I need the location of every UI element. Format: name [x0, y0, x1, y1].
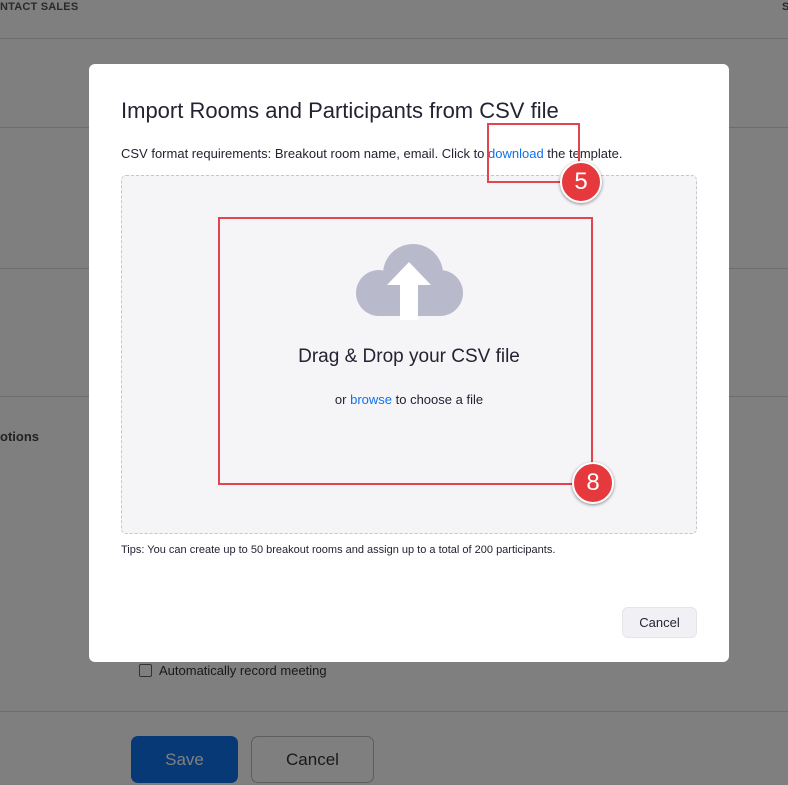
step-5-badge: 5 [560, 161, 602, 203]
dialog-cancel-button[interactable]: Cancel [622, 607, 697, 638]
requirements-text: CSV format requirements: Breakout room n… [121, 146, 489, 161]
dialog-title: Import Rooms and Participants from CSV f… [121, 98, 559, 123]
tips-text: Tips: You can create up to 50 breakout r… [121, 544, 556, 556]
dropzone-highlight-box [218, 217, 593, 485]
step-8-badge: 8 [572, 462, 614, 504]
